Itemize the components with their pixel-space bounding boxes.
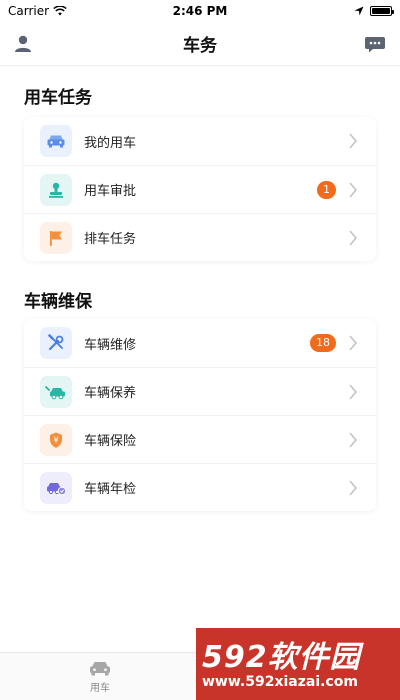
- page-title: 车务: [183, 36, 217, 56]
- notification-badge: 18: [310, 334, 336, 352]
- carrier-label: Carrier: [8, 4, 50, 18]
- chevron-right-icon: [349, 182, 358, 198]
- status-left: Carrier: [8, 4, 67, 18]
- flag-icon: [40, 221, 72, 254]
- nav-bar: 车务: [0, 22, 400, 66]
- list-item-vehicle-approval[interactable]: 用车审批 1: [24, 165, 376, 213]
- location-arrow-icon: [354, 6, 364, 16]
- chevron-right-icon: [349, 230, 358, 246]
- list-item-vehicle-repair[interactable]: 车辆维修 18: [24, 319, 376, 367]
- list-item-annual-inspection[interactable]: 车辆年检: [24, 463, 376, 511]
- status-bar: Carrier 2:46 PM: [0, 0, 400, 22]
- section-title-vehicle-tasks: 用车任务: [24, 88, 92, 108]
- section-title-vehicle-maintenance: 车辆维保: [24, 292, 92, 312]
- chevron-right-icon: [349, 133, 358, 149]
- list-item-dispatch-tasks[interactable]: 排车任务: [24, 213, 376, 261]
- chevron-right-icon: [349, 335, 358, 351]
- list-item-label: 车辆保养: [84, 386, 137, 401]
- watermark-banner: 592软件园 www.592xiazai.com: [196, 628, 400, 700]
- list-item-label: 车辆年检: [84, 482, 137, 497]
- message-icon[interactable]: [364, 33, 386, 55]
- watermark-brand: 592软件园: [202, 640, 361, 675]
- user-icon[interactable]: [12, 33, 34, 55]
- vehicle-tasks-card: 我的用车 用车审批 1 排车任务: [24, 117, 376, 261]
- tab-vehicle[interactable]: 用车: [0, 653, 200, 700]
- status-right: [354, 6, 394, 16]
- list-item-label: 排车任务: [84, 232, 137, 247]
- main-content: 用车任务 我的用车 用车审批 1 排车任务 车辆维保 车辆维修 18 车辆保养 …: [0, 66, 400, 652]
- notification-badge: 1: [317, 181, 336, 199]
- list-item-label: 用车审批: [84, 184, 137, 199]
- list-item-label: 车辆保险: [84, 434, 137, 449]
- car-tab-icon: [90, 662, 110, 676]
- tools-icon: [40, 327, 72, 359]
- stamp-icon: [40, 173, 72, 206]
- list-item-vehicle-maintenance[interactable]: 车辆保养: [24, 367, 376, 415]
- list-item-label: 车辆维修: [84, 337, 137, 353]
- car-icon: [40, 125, 72, 157]
- chevron-right-icon: [349, 480, 358, 496]
- list-item-vehicle-insurance[interactable]: ¥ 车辆保险: [24, 415, 376, 463]
- tab-label: 用车: [90, 683, 110, 694]
- vehicle-maintenance-card: 车辆维修 18 车辆保养 ¥ 车辆保险 车辆年检: [24, 319, 376, 511]
- chevron-right-icon: [349, 432, 358, 448]
- battery-icon: [370, 6, 394, 16]
- list-item-my-vehicle[interactable]: 我的用车: [24, 117, 376, 165]
- chevron-right-icon: [349, 384, 358, 400]
- insurance-icon: ¥: [40, 423, 72, 456]
- inspection-icon: [40, 471, 72, 504]
- watermark-url: www.592xiazai.com: [202, 674, 358, 690]
- svg-text:¥: ¥: [53, 435, 58, 444]
- maintenance-icon: [40, 375, 72, 408]
- list-item-label: 我的用车: [84, 135, 137, 151]
- wifi-icon: [53, 6, 67, 16]
